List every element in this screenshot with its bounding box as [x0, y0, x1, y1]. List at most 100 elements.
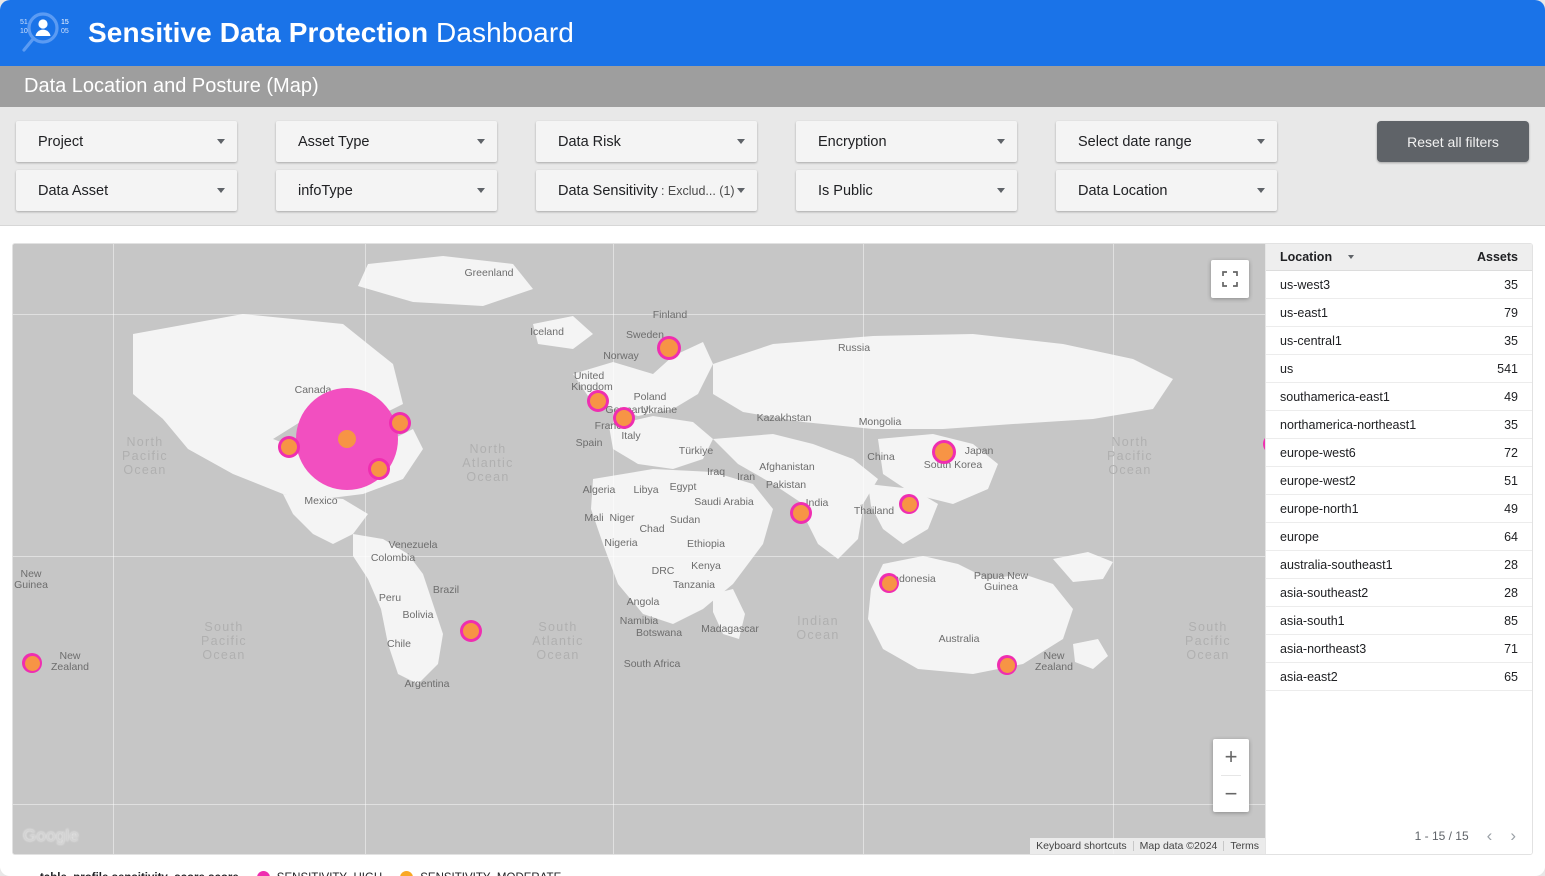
map-canvas[interactable]: GreenlandIcelandFinlandSwedenNorwayRussi…: [13, 244, 1265, 854]
filter-data-sensitivity[interactable]: Data Sensitivity : Exclud... (1): [536, 170, 757, 211]
table-row[interactable]: europe-north149: [1266, 495, 1532, 523]
filter-label: Data Sensitivity: [558, 183, 658, 199]
cell-location: asia-south1: [1280, 614, 1345, 628]
map-gridline: [13, 314, 1265, 315]
zoom-in-button[interactable]: +: [1213, 739, 1249, 775]
table-row[interactable]: us-west335: [1266, 271, 1532, 299]
chevron-down-icon: [217, 188, 225, 193]
table-pagination: 1 - 15 / 15 ‹ ›: [1415, 827, 1516, 844]
table-row[interactable]: asia-northeast371: [1266, 635, 1532, 663]
column-header-location[interactable]: Location: [1280, 250, 1354, 264]
google-logo: Google: [23, 826, 79, 846]
section-title: Data Location and Posture (Map): [24, 75, 319, 98]
marker-us-southeast[interactable]: [368, 458, 390, 480]
terms-link[interactable]: Terms: [1224, 840, 1265, 852]
table-row[interactable]: us-central135: [1266, 327, 1532, 355]
zoom-out-button[interactable]: −: [1213, 776, 1249, 812]
marker-asia-south1[interactable]: [790, 502, 812, 524]
cell-assets: 49: [1504, 390, 1518, 404]
filter-project[interactable]: Project: [16, 121, 237, 162]
chevron-left-icon[interactable]: ‹: [1487, 827, 1493, 844]
marker-europe-west2[interactable]: [587, 390, 609, 412]
cell-assets: 65: [1504, 670, 1518, 684]
filter-grid: Project Asset Type Data Risk Encryption …: [16, 121, 1529, 211]
marker-core: [793, 505, 809, 521]
dashboard-body: GreenlandIcelandFinlandSwedenNorwayRussi…: [0, 226, 1545, 875]
title-bold: Sensitive Data Protection: [88, 17, 428, 48]
marker-core: [25, 656, 40, 671]
column-label: Assets: [1477, 250, 1518, 264]
table-row[interactable]: europe64: [1266, 523, 1532, 551]
filter-date-range[interactable]: Select date range: [1056, 121, 1277, 162]
legend-title: table_profile.sensitivity_score.score: [40, 872, 239, 876]
cell-assets: 51: [1504, 474, 1518, 488]
filter-data-location[interactable]: Data Location: [1056, 170, 1277, 211]
map-gridline: [365, 244, 366, 854]
filter-label: Data Risk: [558, 134, 621, 150]
cell-assets: 64: [1504, 530, 1518, 544]
legend-item-high[interactable]: SENSITIVITY_HIGH: [257, 871, 382, 876]
filter-infotype[interactable]: infoType: [276, 170, 497, 211]
cell-location: southamerica-east1: [1280, 390, 1390, 404]
marker-core: [882, 576, 897, 591]
table-row[interactable]: asia-south185: [1266, 607, 1532, 635]
keyboard-shortcuts-link[interactable]: Keyboard shortcuts: [1030, 840, 1132, 852]
title-light: Dashboard: [436, 17, 574, 48]
column-label: Location: [1280, 250, 1332, 264]
sort-descending-icon: [1348, 255, 1354, 259]
marker-us-northeast[interactable]: [389, 412, 411, 434]
marker-core: [902, 497, 917, 512]
svg-text:15: 15: [61, 19, 69, 26]
page-title: Sensitive Data Protection Dashboard: [88, 17, 574, 49]
table-body: us-west335us-east179us-central135us541so…: [1266, 271, 1532, 691]
filter-data-asset[interactable]: Data Asset: [16, 170, 237, 211]
marker-core: [338, 430, 356, 448]
section-header: Data Location and Posture (Map): [0, 66, 1545, 107]
table-row[interactable]: us541: [1266, 355, 1532, 383]
map-data-text: Map data ©2024: [1134, 840, 1224, 852]
marker-us-west[interactable]: [278, 436, 300, 458]
chevron-down-icon: [737, 188, 745, 193]
filter-bar: Project Asset Type Data Risk Encryption …: [0, 107, 1545, 226]
marker-asia-southeast[interactable]: [899, 494, 919, 514]
cell-assets: 541: [1497, 362, 1518, 376]
table-row[interactable]: us-east179: [1266, 299, 1532, 327]
cell-assets: 35: [1504, 418, 1518, 432]
table-row[interactable]: northamerica-northeast135: [1266, 411, 1532, 439]
table-row[interactable]: southamerica-east1 49: [1266, 383, 1532, 411]
table-row[interactable]: asia-east2 65: [1266, 663, 1532, 691]
dashboard-root: 51 10 15 05 Sensitive Data Protection Da…: [0, 0, 1545, 876]
cell-location: europe-west6: [1280, 446, 1356, 460]
table-row[interactable]: australia-southeast128: [1266, 551, 1532, 579]
legend-swatch: [400, 871, 413, 876]
filter-data-risk[interactable]: Data Risk: [536, 121, 757, 162]
marker-australia-southeast[interactable]: [997, 655, 1017, 675]
cell-assets: 28: [1504, 586, 1518, 600]
marker-europe-north[interactable]: [657, 336, 681, 360]
cell-location: asia-east2: [1280, 670, 1338, 684]
legend-item-moderate[interactable]: SENSITIVITY_MODERATE: [400, 871, 561, 876]
filter-is-public[interactable]: Is Public: [796, 170, 1017, 211]
cell-assets: 35: [1504, 334, 1518, 348]
column-header-assets[interactable]: Assets: [1477, 250, 1518, 264]
marker-asia-southeast2[interactable]: [879, 573, 899, 593]
chevron-down-icon: [1257, 139, 1265, 144]
fullscreen-icon[interactable]: [1211, 260, 1249, 298]
chevron-right-icon[interactable]: ›: [1510, 827, 1516, 844]
table-row[interactable]: asia-southeast228: [1266, 579, 1532, 607]
svg-text:05: 05: [61, 28, 69, 35]
locations-table: Location Assets us-west335us-east179us-c…: [1265, 244, 1532, 854]
table-row[interactable]: europe-west672: [1266, 439, 1532, 467]
marker-europe-west6[interactable]: [613, 407, 635, 429]
reset-all-filters-button[interactable]: Reset all filters: [1377, 121, 1529, 162]
table-row[interactable]: europe-west251: [1266, 467, 1532, 495]
map-gridline: [13, 804, 1265, 805]
marker-asia-northeast[interactable]: [932, 440, 956, 464]
filter-asset-type[interactable]: Asset Type: [276, 121, 497, 162]
filter-encryption[interactable]: Encryption: [796, 121, 1017, 162]
marker-edge-left[interactable]: [22, 653, 42, 673]
magnifier-person-icon: 51 10 15 05: [16, 10, 74, 56]
cell-location: australia-southeast1: [1280, 558, 1393, 572]
filter-label: Data Location: [1078, 183, 1167, 199]
marker-southamerica-east[interactable]: [460, 620, 482, 642]
